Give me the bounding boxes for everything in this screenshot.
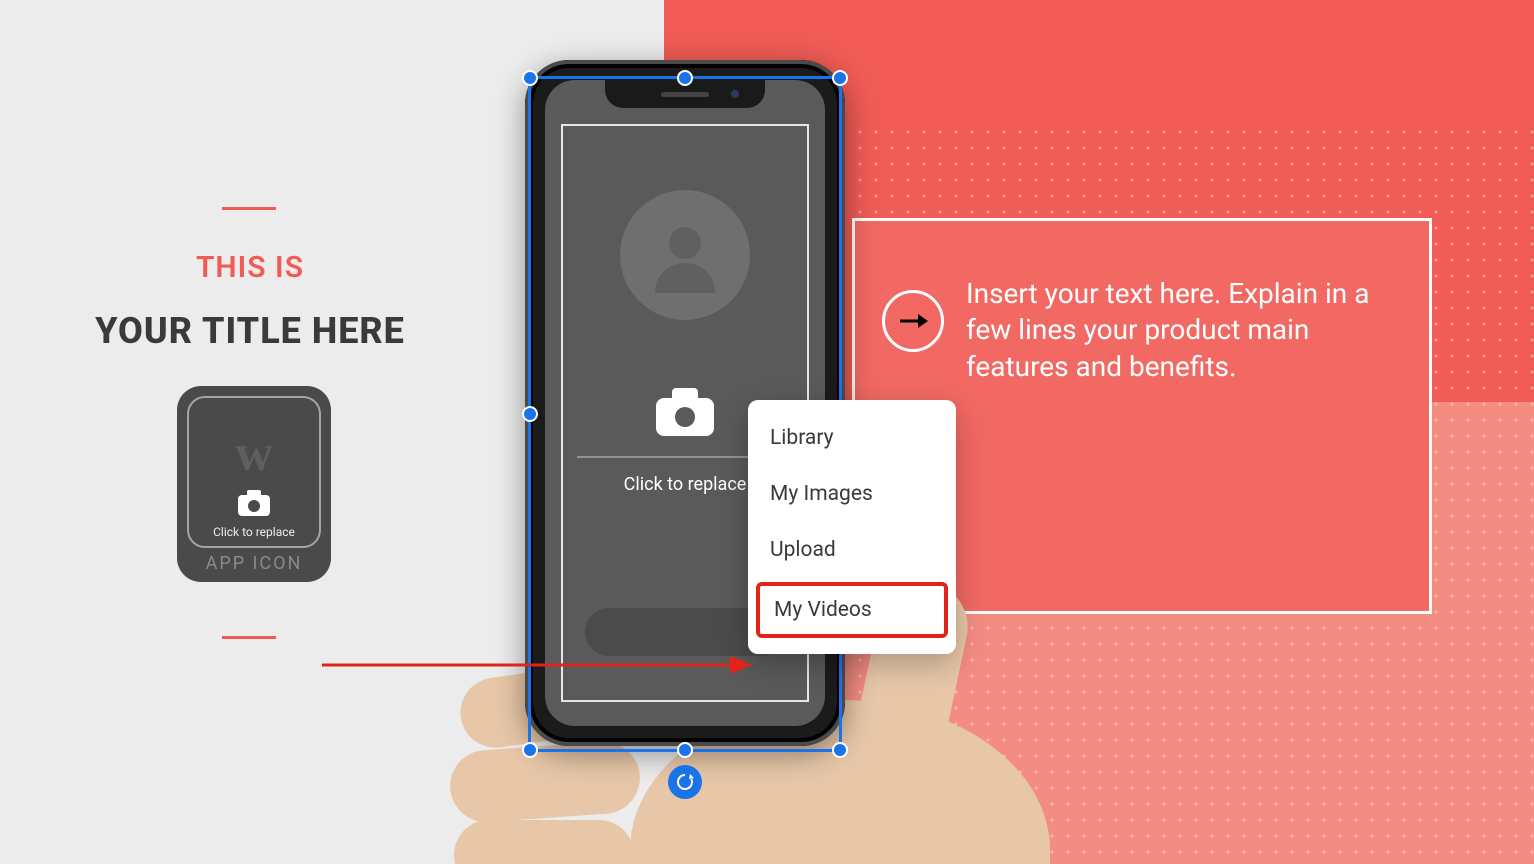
menu-item-library[interactable]: Library [748,410,956,466]
title-text: YOUR TITLE HERE [0,310,500,352]
menu-item-my-videos[interactable]: My Videos [756,582,948,638]
replace-context-menu: Library My Images Upload My Videos [748,400,956,654]
resize-handle-top-right[interactable] [832,70,848,86]
avatar-placeholder-icon [620,190,750,320]
decor-line-top [222,207,276,210]
menu-item-upload[interactable]: Upload [748,522,956,578]
resize-handle-bottom-right[interactable] [832,742,848,758]
decor-line-bottom [222,636,276,639]
resize-handle-top-mid[interactable] [677,70,693,86]
app-icon-placeholder[interactable]: w Click to replace APP ICON [177,386,331,582]
feature-body-text: Insert your text here. Explain in a few … [966,276,1396,385]
resize-handle-top-left[interactable] [522,70,538,86]
resize-handle-mid-left[interactable] [522,406,538,422]
resize-handle-bottom-left[interactable] [522,742,538,758]
app-icon-glyph: w [235,424,273,483]
app-icon-caption: APP ICON [177,553,331,574]
menu-item-my-images[interactable]: My Images [748,466,956,522]
editor-canvas[interactable]: Insert your text here. Explain in a few … [0,0,1534,864]
camera-icon [654,386,716,442]
feature-arrow-badge [882,290,944,352]
resize-handle-bottom-mid[interactable] [677,742,693,758]
eyebrow-text: THIS IS [0,250,500,285]
arrow-right-icon [898,311,928,331]
